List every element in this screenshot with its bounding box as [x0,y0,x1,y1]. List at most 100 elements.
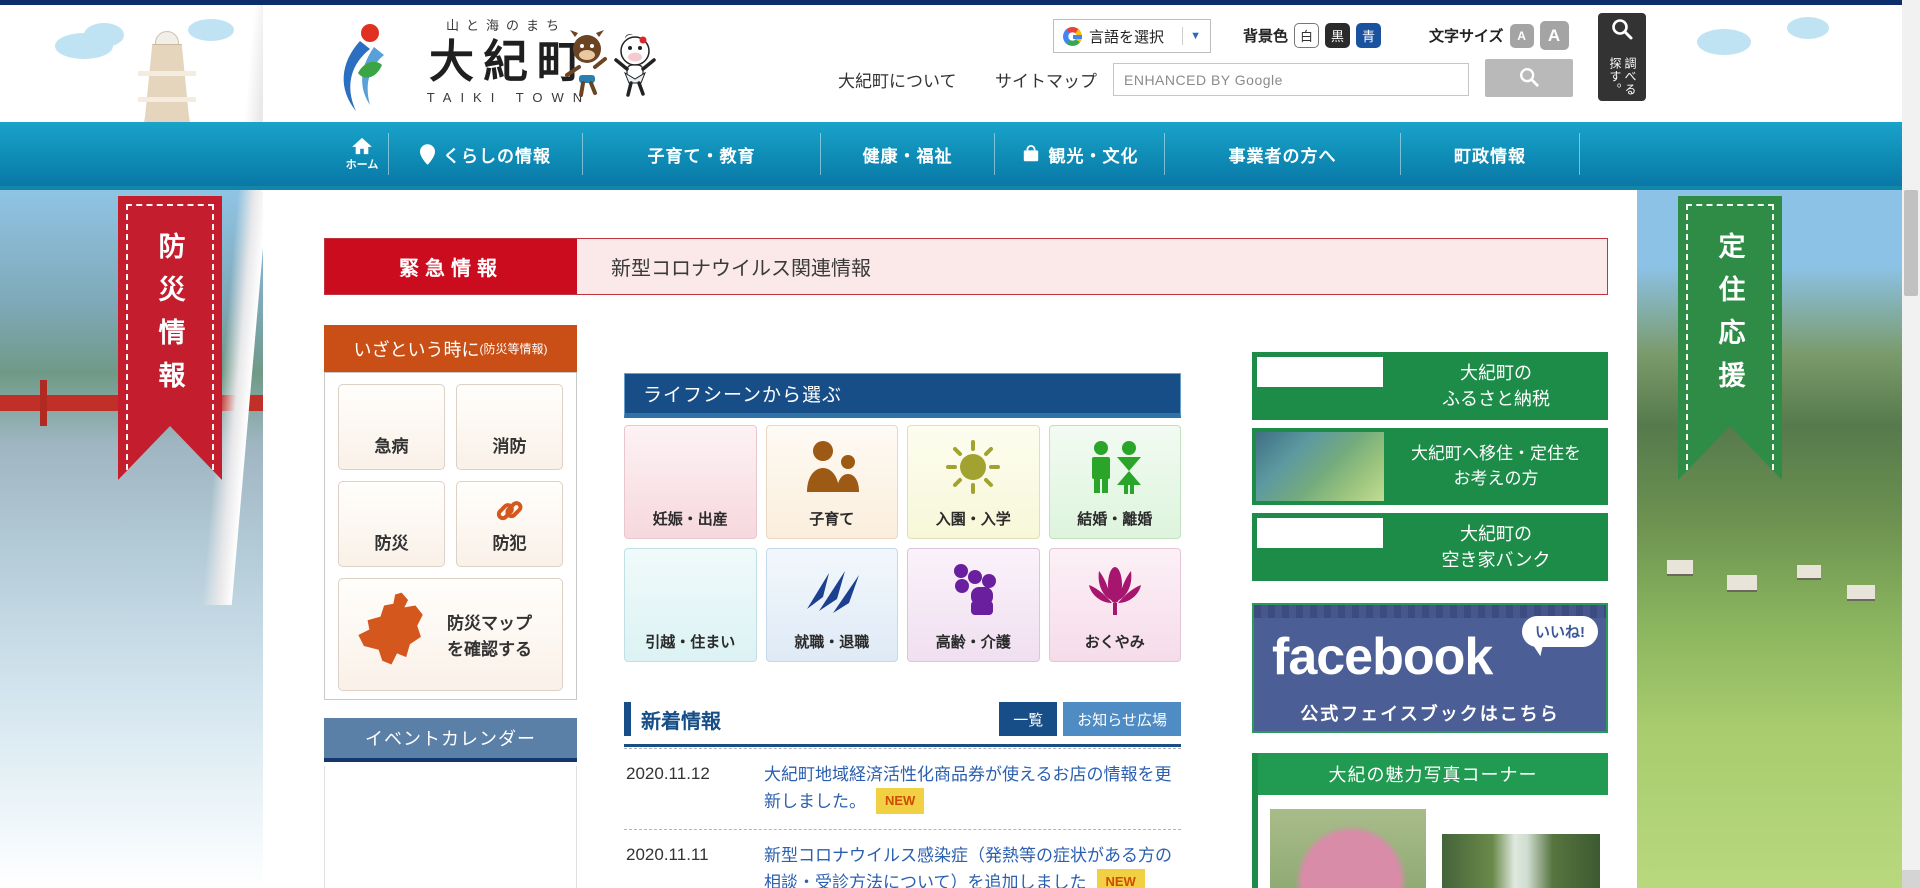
village-house [1667,560,1693,574]
site-search-input[interactable] [1113,63,1469,96]
life-button-employment[interactable]: 就職・退職 [765,548,898,662]
couple-icon [1050,440,1181,499]
crime-prevention-button[interactable]: 防犯 [456,481,563,567]
sitemap-link[interactable]: サイトマップ [995,67,1097,92]
vertical-scrollbar[interactable] [1902,0,1920,888]
google-logo-icon [1063,26,1082,46]
emergency-box-panel: 急病 消防 防災 防犯 防災マップ を確認する [324,372,577,700]
left-header-band [0,5,285,605]
life-button-condolence[interactable]: おくやみ [1048,548,1181,662]
search-icon [1520,67,1539,87]
news-item: 2020.11.12 大紀町地域経済活性化商品券が使えるお店の情報を更新しました… [624,748,1181,829]
life-button-pregnancy-birth[interactable]: 妊娠・出産 [624,425,757,539]
scrollbar-corner [1902,870,1920,888]
bag-icon [1023,145,1038,162]
bg-white-button[interactable]: 白 [1294,23,1320,48]
nav-item-childcare-education[interactable]: 子育て・教育 [583,122,820,186]
search-toggle-button[interactable]: 調べる 探す。 [1598,13,1646,101]
town-map-icon [358,592,423,665]
bg-blue-button[interactable]: 青 [1356,23,1382,48]
news-list: 2020.11.12 大紀町地域経済活性化商品券が使えるお店の情報を更新しました… [624,748,1181,888]
life-scene-header: ライフシーンから選ぶ [624,373,1181,418]
vacant-house-bank-banner[interactable]: 大紀町の 空き家バンク [1252,513,1608,581]
furusato-tax-banner[interactable]: 大紀町の ふるさと納税 [1252,352,1608,420]
nav-item-home[interactable]: ホーム [336,122,388,186]
parent-child-icon [767,440,898,497]
life-scene-grid: 妊娠・出産 子育て 入園・入学 結婚・離婚 引越・住まい 就職・退職 高齢・介護… [624,425,1181,662]
banner-text-line2: 空き家バンク [1441,550,1551,570]
village-house [1847,585,1875,599]
town-logo-icon[interactable] [330,23,392,116]
right-header-band [1637,5,1902,122]
background-color-control: 背景色 白 黒 青 [1243,23,1382,48]
sudden-illness-button[interactable]: 急病 [338,384,445,470]
waterfall-photo[interactable] [1442,834,1600,888]
facebook-caption: 公式フェイスブックはこちら [1300,704,1560,724]
news-link[interactable]: 大紀町地域経済活性化商品券が使えるお店の情報を更新しました。 NEW [764,762,1179,816]
event-calendar-body [324,766,577,888]
banner-image-placeholder [1257,518,1383,548]
emergency-link[interactable]: 新型コロナウイルス関連情報 [577,239,1607,294]
banner-text-line1: 大紀町へ移住・定住を [1411,443,1581,463]
nav-item-tourism-culture[interactable]: 観光・文化 [995,122,1164,186]
facebook-banner[interactable]: facebook いいね! 公式フェイスブックはこちら [1252,603,1608,733]
fire-department-button[interactable]: 消防 [456,384,563,470]
nav-item-health-welfare[interactable]: 健康・福祉 [821,122,994,186]
flower-butterfly-photo[interactable] [1270,809,1426,888]
life-button-marriage-divorce[interactable]: 結婚・離婚 [1048,425,1181,539]
lighthouse-illustration [138,31,196,127]
life-button-moving-housing[interactable]: 引越・住まい [624,548,757,662]
news-title-bar [624,702,631,736]
nav-item-living-info[interactable]: くらしの情報 [389,122,582,186]
nav-separator [1579,133,1580,175]
new-badge: NEW [876,788,925,815]
nav-item-town-government[interactable]: 町政情報 [1401,122,1579,186]
life-button-school-entry[interactable]: 入園・入学 [907,425,1040,539]
nav-item-business[interactable]: 事業者の方へ [1165,122,1400,186]
photo-corner-header: 大紀の魅力写真コーナー [1258,753,1608,795]
cloud-illustration [1697,29,1751,55]
migration-settlement-banner[interactable]: 大紀町へ移住・定住を お考えの方 [1252,428,1608,505]
news-title: 新着情報 [624,702,721,736]
news-link[interactable]: 新型コロナウイルス感染症（発熱等の症状がある方の相談・受診方法について）を追加し… [764,843,1179,888]
news-list-button[interactable]: 一覧 [999,702,1058,736]
news-date: 2020.11.12 [626,764,710,783]
font-size-small-button[interactable]: A [1509,23,1534,48]
life-button-childcare[interactable]: 子育て [765,425,898,539]
village-house [1797,565,1821,578]
divider [1182,27,1184,45]
search-toggle-text: 調べる 探す。 [1608,56,1637,96]
banner-image-placeholder [1257,357,1383,387]
background-color-label: 背景色 [1243,28,1289,45]
cloud-illustration [1787,17,1829,39]
about-town-link[interactable]: 大紀町について [838,67,957,92]
disaster-prevention-button[interactable]: 防災 [338,481,445,567]
news-plaza-button[interactable]: お知らせ広場 [1063,702,1181,736]
bg-black-button[interactable]: 黒 [1325,23,1351,48]
lotus-icon [1050,563,1181,622]
site-search-button[interactable] [1485,59,1573,97]
emergency-banner[interactable]: 緊急情報 新型コロナウイルス関連情報 [324,238,1608,295]
font-size-large-button[interactable]: A [1539,21,1569,50]
ribbon-label: 定住応援 [1714,232,1745,404]
emergency-box-header: いざという時に (防災等情報) [324,325,577,372]
map-button-line2: を確認する [447,640,532,660]
scrollbar-thumb[interactable] [1904,190,1918,296]
event-calendar-header[interactable]: イベントカレンダー [324,718,577,762]
arrows-icon [767,563,898,620]
map-button-line1: 防災マップ [447,614,532,633]
mascot-characters [563,27,663,106]
banner-text-line2: ふるさと納税 [1442,389,1550,409]
site-header: 山と海のまち 大紀町 TAIKI TOWN 言語を選択 ▼ 背景色 白 黒 青 … [263,5,1646,122]
facebook-logo: facebook [1272,628,1493,686]
font-size-control: 文字サイズ A A [1429,21,1569,50]
banner-text-line1: 大紀町の [1460,523,1532,544]
like-speech-bubble: いいね! [1522,616,1598,647]
disaster-map-button[interactable]: 防災マップ を確認する [338,578,563,691]
life-button-elderly-care[interactable]: 高齢・介護 [907,548,1040,662]
bridge-post [40,380,47,426]
new-badge: NEW [1096,869,1145,888]
global-navigation: ホーム くらしの情報 子育て・教育 健康・福祉 観光・文化 事業者の方へ 町政情… [0,122,1920,190]
language-select-button[interactable]: 言語を選択 ▼ [1053,19,1211,53]
ribbon-label: 防災情報 [154,232,185,404]
